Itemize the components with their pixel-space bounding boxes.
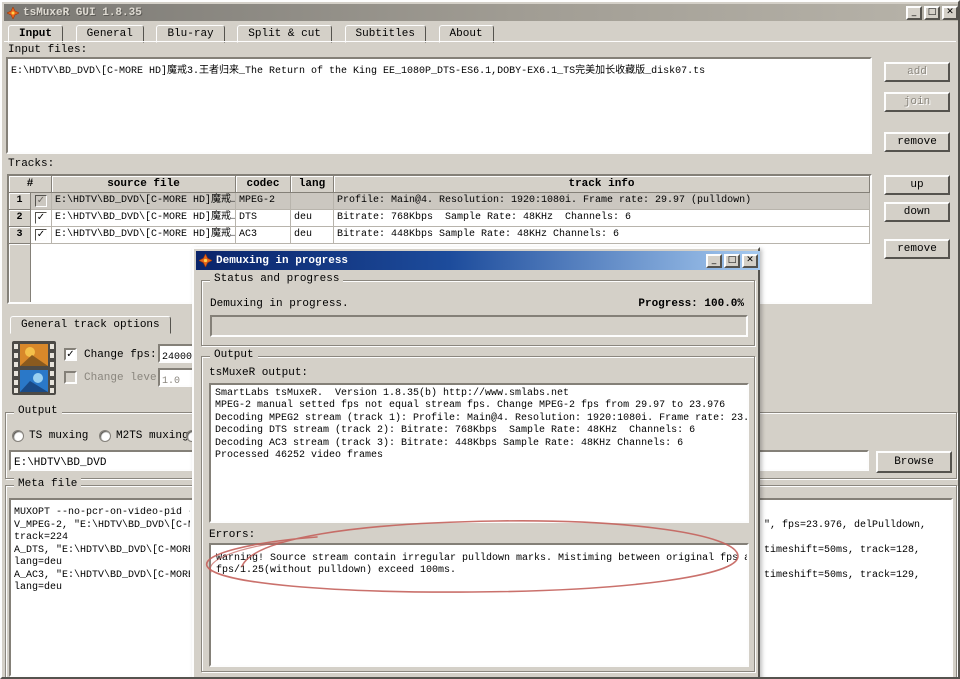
cell-codec: AC3 (236, 227, 291, 244)
m2ts-muxing-radio[interactable] (99, 430, 111, 442)
status-text: Demuxing in progress. (210, 298, 349, 310)
table-row[interactable]: 3 ✓ E:\HDTV\BD_DVD\[C-MORE HD]魔戒… AC3 de… (9, 227, 870, 244)
dialog-output-group-label: Output (210, 349, 258, 361)
track-remove-button[interactable]: remove (884, 239, 950, 259)
cell-lang: deu (291, 210, 334, 227)
col-lang[interactable]: lang (291, 176, 334, 193)
col-codec[interactable]: codec (236, 176, 291, 193)
m2ts-muxing-label[interactable]: M2TS muxing (116, 430, 189, 442)
cell-lang (291, 193, 334, 210)
status-group-label: Status and progress (210, 273, 343, 285)
change-fps-checkbox[interactable]: ✓ (64, 348, 77, 361)
restore-icon[interactable]: □ (924, 6, 940, 20)
cell-source: E:\HDTV\BD_DVD\[C-MORE HD]魔戒… (52, 210, 236, 227)
col-info[interactable]: track info (334, 176, 870, 193)
ts-muxing-label[interactable]: TS muxing (29, 430, 88, 442)
browse-button[interactable]: Browse (876, 451, 952, 473)
input-file-path[interactable]: E:\HDTV\BD_DVD\[C-MORE HD]魔戒3.王者归来_The R… (8, 59, 870, 79)
col-source[interactable]: source file (52, 176, 236, 193)
dialog-maximize-icon[interactable]: □ (724, 254, 740, 268)
dialog-output-group: Output tsMuxeR output: SmartLabs tsMuxeR… (201, 356, 755, 672)
tsmuxer-output-label: tsMuxeR output: (209, 367, 308, 379)
tab-general-track-options[interactable]: General track options (10, 316, 171, 334)
change-level-checkbox[interactable]: ✓ (64, 371, 77, 384)
app-icon (7, 7, 19, 19)
dialog-title: Demuxing in progress (216, 255, 348, 267)
tab-bar: Input General Blu-ray Split & cut Subtit… (8, 23, 497, 42)
cell-lang: deu (291, 227, 334, 244)
add-button[interactable]: add (884, 62, 950, 82)
errors-label: Errors: (209, 529, 255, 541)
errors-box[interactable]: Warning! Source stream contain irregular… (209, 543, 749, 667)
track-down-button[interactable]: down (884, 202, 950, 222)
minimize-icon[interactable]: _ (906, 6, 922, 20)
cell-info: Bitrate: 448Kbps Sample Rate: 48KHz Chan… (334, 227, 870, 244)
meta-file-text-right: timeshift=50ms, track=129, (764, 570, 920, 581)
input-files-box[interactable]: E:\HDTV\BD_DVD\[C-MORE HD]魔戒3.王者归来_The R… (6, 57, 872, 154)
row-header[interactable]: 2 (9, 210, 31, 227)
change-fps-label: Change fps: (84, 349, 157, 361)
track-checkbox[interactable]: ✓ (35, 212, 47, 224)
error-text: Warning! Source stream contain irregular… (216, 553, 742, 565)
tracks-label: Tracks: (8, 158, 54, 170)
track-checkbox[interactable]: ✓ (35, 229, 47, 241)
cell-source: E:\HDTV\BD_DVD\[C-MORE HD]魔戒… (52, 227, 236, 244)
tab-divider (4, 41, 956, 42)
tsmuxer-output-box[interactable]: SmartLabs tsMuxeR. Version 1.8.35(b) htt… (209, 383, 749, 523)
input-files-label: Input files: (8, 44, 87, 56)
demuxing-dialog: Demuxing in progress _ □ ✕ Status and pr… (192, 247, 760, 679)
status-group: Status and progress Demuxing in progress… (201, 280, 755, 346)
tracks-table-header: # source file codec lang track info (9, 176, 870, 193)
dialog-app-icon (199, 254, 212, 267)
filmstrip-icon (12, 341, 56, 400)
output-path: E:\HDTV\BD_DVD (11, 457, 106, 469)
cell-source: E:\HDTV\BD_DVD\[C-MORE HD]魔戒… (52, 193, 236, 210)
join-button[interactable]: join (884, 92, 950, 112)
output-group-label: Output (14, 405, 62, 417)
track-up-button[interactable]: up (884, 175, 950, 195)
ts-muxing-radio[interactable] (12, 430, 24, 442)
app-root: tsMuxeR GUI 1.8.35 _ □ ✕ Input General B… (0, 0, 960, 679)
row-header[interactable]: 1 (9, 193, 31, 210)
close-icon[interactable]: ✕ (942, 6, 958, 20)
row-header-gutter (9, 244, 31, 302)
meta-file-label: Meta file (14, 478, 81, 490)
table-row[interactable]: 1 ✓ E:\HDTV\BD_DVD\[C-MORE HD]魔戒… MPEG-2… (9, 193, 870, 210)
table-row[interactable]: 2 ✓ E:\HDTV\BD_DVD\[C-MORE HD]魔戒… DTS de… (9, 210, 870, 227)
change-level-field: 1.0 (158, 368, 194, 387)
main-titlebar[interactable]: tsMuxeR GUI 1.8.35 _ □ ✕ (4, 4, 960, 21)
window-title: tsMuxeR GUI 1.8.35 (23, 7, 142, 19)
cell-codec: MPEG-2 (236, 193, 291, 210)
meta-file-text-right: timeshift=50ms, track=128, (764, 545, 920, 556)
track-checkbox[interactable]: ✓ (35, 195, 47, 207)
meta-file-text-left: MUXOPT --no-pcr-on-video-pid -- V_MPEG-2… (14, 507, 190, 595)
dialog-minimize-icon[interactable]: _ (706, 254, 722, 268)
cell-info: Bitrate: 768Kbps Sample Rate: 48KHz Chan… (334, 210, 870, 227)
change-level-label: Change level: (84, 372, 170, 384)
dialog-titlebar[interactable]: Demuxing in progress _ □ ✕ (196, 251, 760, 270)
progress-label: Progress: 100.0% (638, 298, 744, 310)
dialog-close-icon[interactable]: ✕ (742, 254, 758, 268)
meta-file-text-right: ", fps=23.976, delPulldown, (764, 520, 926, 531)
col-num[interactable]: # (9, 176, 52, 193)
remove-file-button[interactable]: remove (884, 132, 950, 152)
row-header[interactable]: 3 (9, 227, 31, 244)
cell-codec: DTS (236, 210, 291, 227)
error-text: fps/1.25(without pulldown) exceed 100ms. (216, 565, 742, 577)
cell-info: Profile: Main@4. Resolution: 1920:1080i.… (334, 193, 870, 210)
progress-bar (210, 315, 748, 337)
